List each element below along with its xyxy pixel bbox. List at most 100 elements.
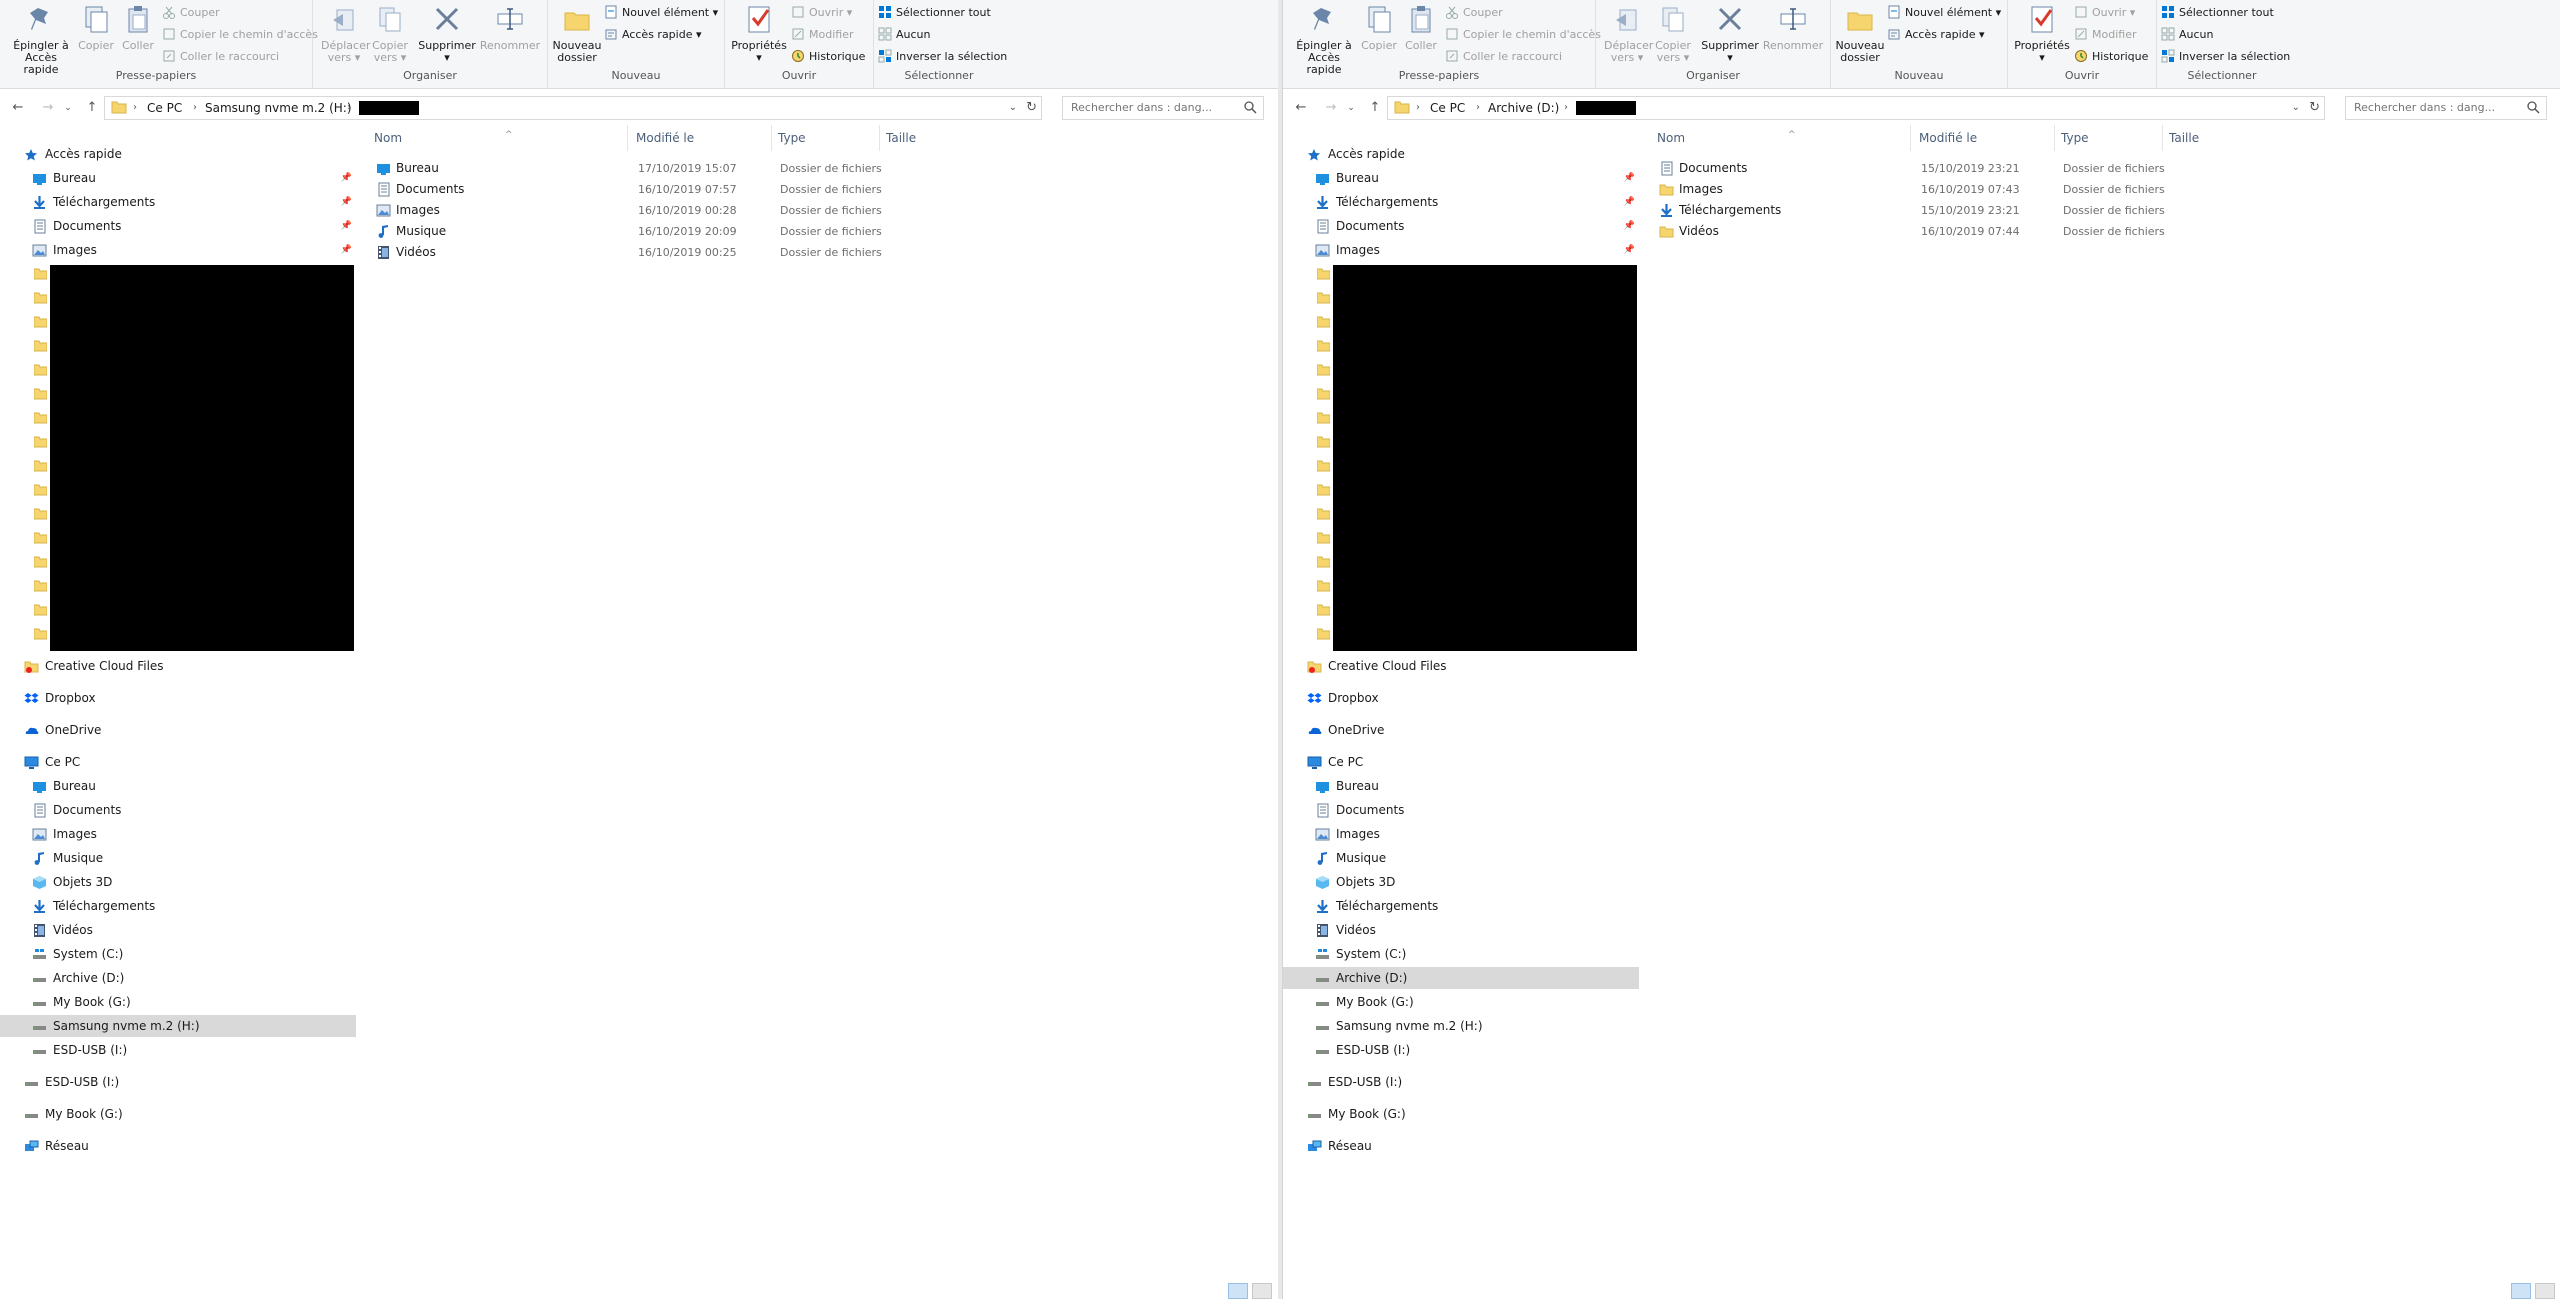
nav-pc-documents[interactable]: Documents xyxy=(0,799,356,821)
nav-drive-samsung[interactable]: Samsung nvme m.2 (H:) xyxy=(1283,1015,1639,1037)
nav-esdusb[interactable]: ESD-USB (I:) xyxy=(1283,1071,1639,1093)
new-folder-button[interactable]: Nouveau dossier xyxy=(1835,4,1885,64)
new-item-button[interactable]: Nouvel élément ▾ xyxy=(604,4,718,22)
paste-shortcut-button[interactable]: Coller le raccourci xyxy=(162,48,279,66)
pin-quick-access-button[interactable]: Épingler à Accès rapide xyxy=(6,4,76,76)
nav-drive-mybook[interactable]: My Book (G:) xyxy=(1283,991,1639,1013)
copy-to-button[interactable]: Copier vers ▾ xyxy=(1650,4,1696,64)
delete-button[interactable]: Supprimer ▾ xyxy=(417,4,477,64)
column-header-name[interactable]: Nom ^ xyxy=(368,125,628,151)
breadcrumb-drive[interactable]: Archive (D:) xyxy=(1488,99,1559,117)
nav-pc-telechargements[interactable]: Téléchargements xyxy=(0,895,356,917)
nav-pc-images[interactable]: Images xyxy=(1283,823,1639,845)
address-bar[interactable]: › Ce PC › Archive (D:) › ⌄ ↻ xyxy=(1387,96,2325,120)
nav-pc-documents[interactable]: Documents xyxy=(1283,799,1639,821)
easy-access-button[interactable]: Accès rapide ▾ xyxy=(1887,26,1985,44)
nav-pc-objets3d[interactable]: Objets 3D xyxy=(1283,871,1639,893)
paste-shortcut-button[interactable]: Coller le raccourci xyxy=(1445,48,1562,66)
nav-pc-bureau[interactable]: Bureau xyxy=(1283,775,1639,797)
properties-button[interactable]: Propriétés ▾ xyxy=(2012,4,2072,64)
nav-pc-musique[interactable]: Musique xyxy=(0,847,356,869)
delete-button[interactable]: Supprimer ▾ xyxy=(1700,4,1760,64)
nav-drive-esdusb[interactable]: ESD-USB (I:) xyxy=(0,1039,356,1061)
table-row[interactable]: Documents 15/10/2019 23:21 Dossier de fich… xyxy=(1641,158,2201,179)
rename-button[interactable]: Renommer xyxy=(1762,4,1824,52)
nav-esdusb[interactable]: ESD-USB (I:) xyxy=(0,1071,356,1093)
select-all-button[interactable]: Sélectionner tout xyxy=(878,4,991,22)
copy-path-button[interactable]: Copier le chemin d'accès xyxy=(1445,26,1601,44)
nav-drive-mybook[interactable]: My Book (G:) xyxy=(0,991,356,1013)
cut-button[interactable]: Couper xyxy=(1445,4,1503,22)
paste-button[interactable]: Coller xyxy=(118,4,158,52)
nav-quick-documents[interactable]: Documents 📌 xyxy=(1283,215,1639,237)
table-row[interactable]: Documents 16/10/2019 07:57 Dossier de fich… xyxy=(358,179,918,200)
nav-reseau[interactable]: Réseau xyxy=(1283,1135,1639,1157)
nav-onedrive[interactable]: OneDrive xyxy=(0,719,356,741)
search-input[interactable] xyxy=(2346,97,2524,117)
nav-drive-system[interactable]: System (C:) xyxy=(1283,943,1639,965)
pin-quick-access-button[interactable]: Épingler à Accès rapide xyxy=(1289,4,1359,76)
forward-button[interactable]: → xyxy=(38,99,58,117)
nav-pc-videos[interactable]: Vidéos xyxy=(1283,919,1639,941)
table-row[interactable]: Images 16/10/2019 07:43 Dossier de fichier… xyxy=(1641,179,2201,200)
column-header-modified[interactable]: Modifié le xyxy=(630,125,772,151)
nav-quick-telechargements[interactable]: Téléchargements 📌 xyxy=(1283,191,1639,213)
nav-quick-bureau[interactable]: Bureau 📌 xyxy=(1283,167,1639,189)
nav-quick-images[interactable]: Images 📌 xyxy=(0,239,356,261)
recent-locations-button[interactable]: ⌄ xyxy=(1345,99,1357,117)
properties-button[interactable]: Propriétés ▾ xyxy=(729,4,789,64)
up-button[interactable]: ↑ xyxy=(1365,99,1385,117)
nav-pc-videos[interactable]: Vidéos xyxy=(0,919,356,941)
refresh-icon[interactable]: ↻ xyxy=(2309,99,2320,117)
open-button[interactable]: Ouvrir ▾ xyxy=(791,4,852,22)
column-header-size[interactable]: Taille xyxy=(2163,125,2253,151)
invert-selection-button[interactable]: Inverser la sélection xyxy=(878,48,1007,66)
move-to-button[interactable]: Déplacer vers ▾ xyxy=(1604,4,1653,64)
nav-dropbox[interactable]: Dropbox xyxy=(0,687,356,709)
column-header-modified[interactable]: Modifié le xyxy=(1913,125,2055,151)
breadcrumb-drive[interactable]: Samsung nvme m.2 (H:) xyxy=(205,99,352,117)
table-row[interactable]: Téléchargements 15/10/2019 23:21 Dossier d… xyxy=(1641,200,2201,221)
copy-path-button[interactable]: Copier le chemin d'accès xyxy=(162,26,318,44)
recent-locations-button[interactable]: ⌄ xyxy=(62,99,74,117)
invert-selection-button[interactable]: Inverser la sélection xyxy=(2161,48,2290,66)
address-dropdown-icon[interactable]: ⌄ xyxy=(2292,99,2300,117)
history-button[interactable]: Historique xyxy=(2074,48,2148,66)
rename-button[interactable]: Renommer xyxy=(479,4,541,52)
nav-quick-access[interactable]: Accès rapide xyxy=(1283,143,1639,165)
nav-ce-pc[interactable]: Ce PC xyxy=(1283,751,1639,773)
nav-dropbox[interactable]: Dropbox xyxy=(1283,687,1639,709)
new-item-button[interactable]: Nouvel élément ▾ xyxy=(1887,4,2001,22)
nav-drive-samsung[interactable]: Samsung nvme m.2 (H:) xyxy=(0,1015,356,1037)
nav-quick-bureau[interactable]: Bureau 📌 xyxy=(0,167,356,189)
refresh-icon[interactable]: ↻ xyxy=(1026,99,1037,117)
up-button[interactable]: ↑ xyxy=(82,99,102,117)
large-icons-view-icon[interactable] xyxy=(1252,1283,1272,1299)
forward-button[interactable]: → xyxy=(1321,99,1341,117)
large-icons-view-icon[interactable] xyxy=(2535,1283,2555,1299)
nav-drive-archive[interactable]: Archive (D:) xyxy=(0,967,356,989)
nav-quick-telechargements[interactable]: Téléchargements 📌 xyxy=(0,191,356,213)
search-box[interactable] xyxy=(2345,96,2547,120)
nav-pc-objets3d[interactable]: Objets 3D xyxy=(0,871,356,893)
nav-quick-images[interactable]: Images 📌 xyxy=(1283,239,1639,261)
nav-drive-system[interactable]: System (C:) xyxy=(0,943,356,965)
paste-button[interactable]: Coller xyxy=(1401,4,1441,52)
address-bar[interactable]: › Ce PC › Samsung nvme m.2 (H:) › ⌄ ↻ xyxy=(104,96,1042,120)
new-folder-button[interactable]: Nouveau dossier xyxy=(552,4,602,64)
edit-button[interactable]: Modifier xyxy=(2074,26,2136,44)
breadcrumb-ce-pc[interactable]: Ce PC xyxy=(147,99,182,117)
table-row[interactable]: Vidéos 16/10/2019 07:44 Dossier de fichier… xyxy=(1641,221,2201,242)
search-box[interactable] xyxy=(1062,96,1264,120)
nav-ce-pc[interactable]: Ce PC xyxy=(0,751,356,773)
select-none-button[interactable]: Aucun xyxy=(2161,26,2214,44)
nav-creative-cloud[interactable]: Creative Cloud Files xyxy=(0,655,356,677)
nav-reseau[interactable]: Réseau xyxy=(0,1135,356,1157)
nav-mybook[interactable]: My Book (G:) xyxy=(1283,1103,1639,1125)
nav-pc-musique[interactable]: Musique xyxy=(1283,847,1639,869)
search-input[interactable] xyxy=(1063,97,1241,117)
nav-pc-telechargements[interactable]: Téléchargements xyxy=(1283,895,1639,917)
column-header-name[interactable]: Nom ^ xyxy=(1651,125,1911,151)
nav-drive-archive[interactable]: Archive (D:) xyxy=(1283,967,1639,989)
copy-button[interactable]: Copier xyxy=(1359,4,1399,52)
